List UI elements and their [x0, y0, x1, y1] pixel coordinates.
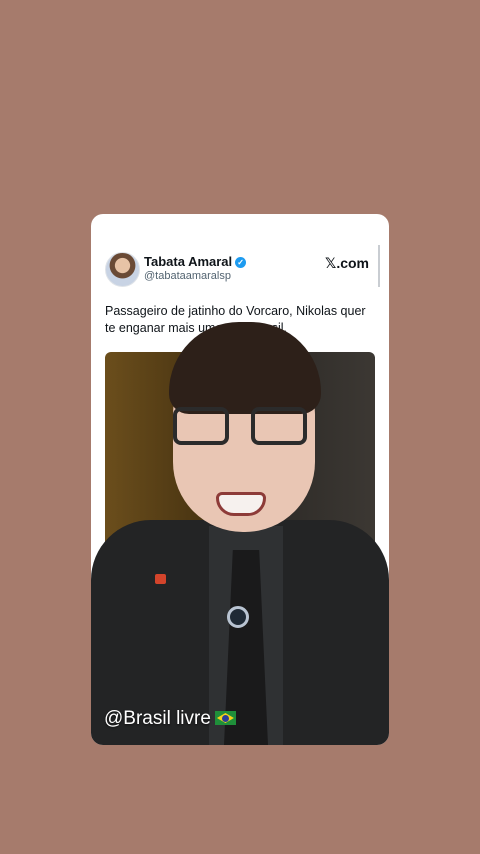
presenter-video-overlay	[91, 314, 389, 745]
brazil-flag-icon	[214, 711, 236, 725]
right-lens	[251, 407, 307, 445]
brand-domain: com	[340, 255, 369, 271]
avatar[interactable]	[105, 252, 140, 287]
scrollbar[interactable]	[378, 245, 380, 287]
video-caption: @Brasil livre	[104, 708, 236, 730]
verified-badge-icon: ✓	[235, 257, 247, 268]
brand-label: 𝕏.com	[325, 255, 369, 272]
author-name-text: Tabata Amaral	[144, 254, 233, 269]
glasses-icon	[173, 407, 311, 447]
author-handle[interactable]: @tabataamaralsp	[144, 270, 231, 282]
author-name[interactable]: Tabata Amaral ✓	[144, 254, 247, 269]
tie-pin	[227, 606, 249, 628]
caption-text: @Brasil livre	[104, 708, 211, 729]
hair	[169, 322, 321, 414]
x-logo-icon: 𝕏	[325, 256, 337, 272]
left-lens	[173, 407, 229, 445]
lapel-pin	[155, 574, 166, 584]
tweet-header: Tabata Amaral ✓ @tabataamaralsp 𝕏.com	[105, 252, 375, 287]
tweet-card: Tabata Amaral ✓ @tabataamaralsp 𝕏.com Pas…	[91, 214, 389, 745]
mouth	[216, 492, 266, 516]
